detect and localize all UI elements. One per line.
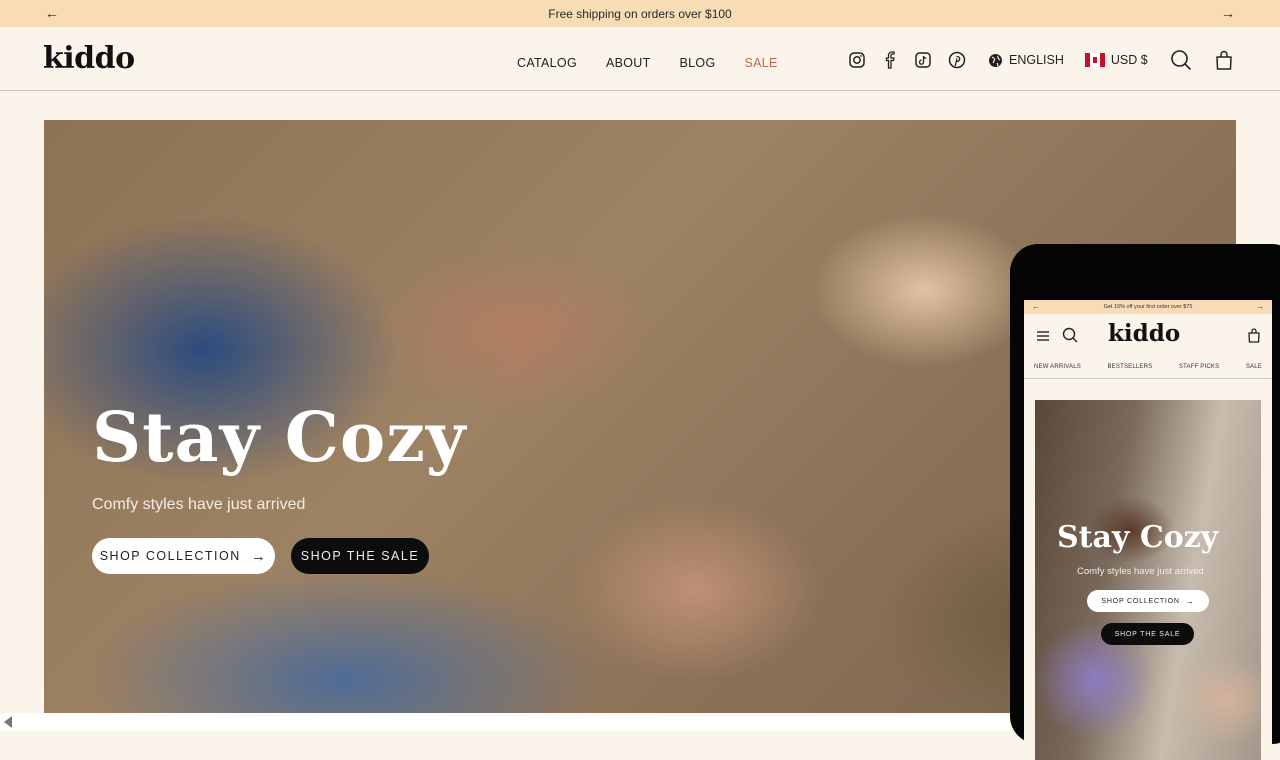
mobile-nav-staff-picks[interactable]: STAFF PICKS	[1179, 364, 1219, 370]
mobile-logo[interactable]: kiddo	[1108, 320, 1180, 347]
shopping-bag-icon[interactable]	[1247, 327, 1261, 348]
mobile-nav-new-arrivals[interactable]: NEW ARRIVALS	[1034, 364, 1081, 370]
nav-blog[interactable]: BLOG	[680, 56, 716, 70]
mobile-header: kiddo	[1024, 314, 1272, 356]
mobile-hero-image	[1035, 400, 1261, 760]
mobile-hero-title: Stay Cozy	[1057, 520, 1219, 555]
mobile-nav-sale[interactable]: SALE	[1246, 364, 1262, 370]
header-utilities: ENGLISH USD $	[848, 49, 1234, 71]
instagram-icon[interactable]	[848, 51, 866, 69]
arrow-right-icon: →	[1184, 596, 1195, 606]
mobile-shop-collection-label: SHOP COLLECTION	[1101, 597, 1180, 605]
shopping-bag-icon[interactable]	[1214, 49, 1234, 71]
mobile-announcement-text: Get 10% off your first order over $75	[1103, 304, 1193, 310]
pinterest-icon[interactable]	[948, 51, 966, 69]
hamburger-menu-icon[interactable]	[1036, 329, 1050, 347]
mobile-preview-device: ← Get 10% off your first order over $75 …	[1010, 244, 1280, 760]
mobile-nav: NEW ARRIVALS BESTSELLERS STAFF PICKS SAL…	[1024, 356, 1272, 379]
language-selector[interactable]: ENGLISH	[988, 53, 1064, 68]
page-bottom	[0, 713, 1010, 731]
currency-selector[interactable]: USD $	[1084, 53, 1148, 67]
arrow-right-icon[interactable]: →	[1221, 5, 1235, 21]
search-icon[interactable]	[1170, 49, 1192, 71]
mobile-hero-subtitle: Comfy styles have just arrived	[1077, 566, 1204, 577]
hero-title: Stay Cozy	[92, 398, 467, 478]
canada-flag-icon	[1084, 53, 1105, 67]
arrow-left-icon[interactable]: ←	[1032, 302, 1040, 311]
globe-icon	[989, 53, 1002, 67]
arrow-right-icon[interactable]: →	[1256, 302, 1264, 311]
mobile-shop-the-sale-button[interactable]: SHOP THE SALE	[1101, 623, 1194, 645]
logo[interactable]: kiddo	[43, 41, 135, 76]
arrow-right-icon: →	[250, 547, 268, 565]
announcement-text: Free shipping on orders over $100	[548, 6, 732, 21]
nav-about[interactable]: ABOUT	[606, 56, 651, 70]
main-nav: CATALOG ABOUT BLOG SALE	[517, 56, 778, 70]
nav-catalog[interactable]: CATALOG	[517, 56, 577, 70]
mobile-screen: ← Get 10% off your first order over $75 …	[1024, 300, 1272, 760]
scroll-left-arrow-icon[interactable]	[4, 716, 12, 728]
shop-the-sale-button[interactable]: SHOP THE SALE	[291, 538, 429, 574]
mobile-shop-the-sale-label: SHOP THE SALE	[1114, 630, 1181, 638]
mobile-hero-banner: Stay Cozy Comfy styles have just arrived…	[1035, 400, 1261, 760]
tiktok-icon[interactable]	[914, 51, 932, 69]
site-header: kiddo CATALOG ABOUT BLOG SALE ENGLISH US…	[0, 27, 1280, 91]
search-icon[interactable]	[1062, 327, 1078, 348]
facebook-icon[interactable]	[882, 51, 898, 69]
shop-the-sale-label: SHOP THE SALE	[300, 549, 420, 563]
mobile-nav-bestsellers[interactable]: BESTSELLERS	[1107, 364, 1152, 370]
mobile-announcement-bar: ← Get 10% off your first order over $75 …	[1024, 300, 1272, 314]
shop-collection-label: SHOP COLLECTION	[99, 549, 241, 563]
shop-collection-button[interactable]: SHOP COLLECTION →	[92, 538, 275, 574]
arrow-left-icon[interactable]: ←	[45, 5, 59, 21]
mobile-shop-collection-button[interactable]: SHOP COLLECTION →	[1087, 590, 1209, 612]
hero-subtitle: Comfy styles have just arrived	[92, 496, 306, 513]
language-label: ENGLISH	[1009, 53, 1064, 67]
currency-label: USD $	[1110, 53, 1148, 67]
nav-sale[interactable]: SALE	[744, 56, 777, 70]
announcement-bar: ← Free shipping on orders over $100 →	[0, 0, 1280, 27]
